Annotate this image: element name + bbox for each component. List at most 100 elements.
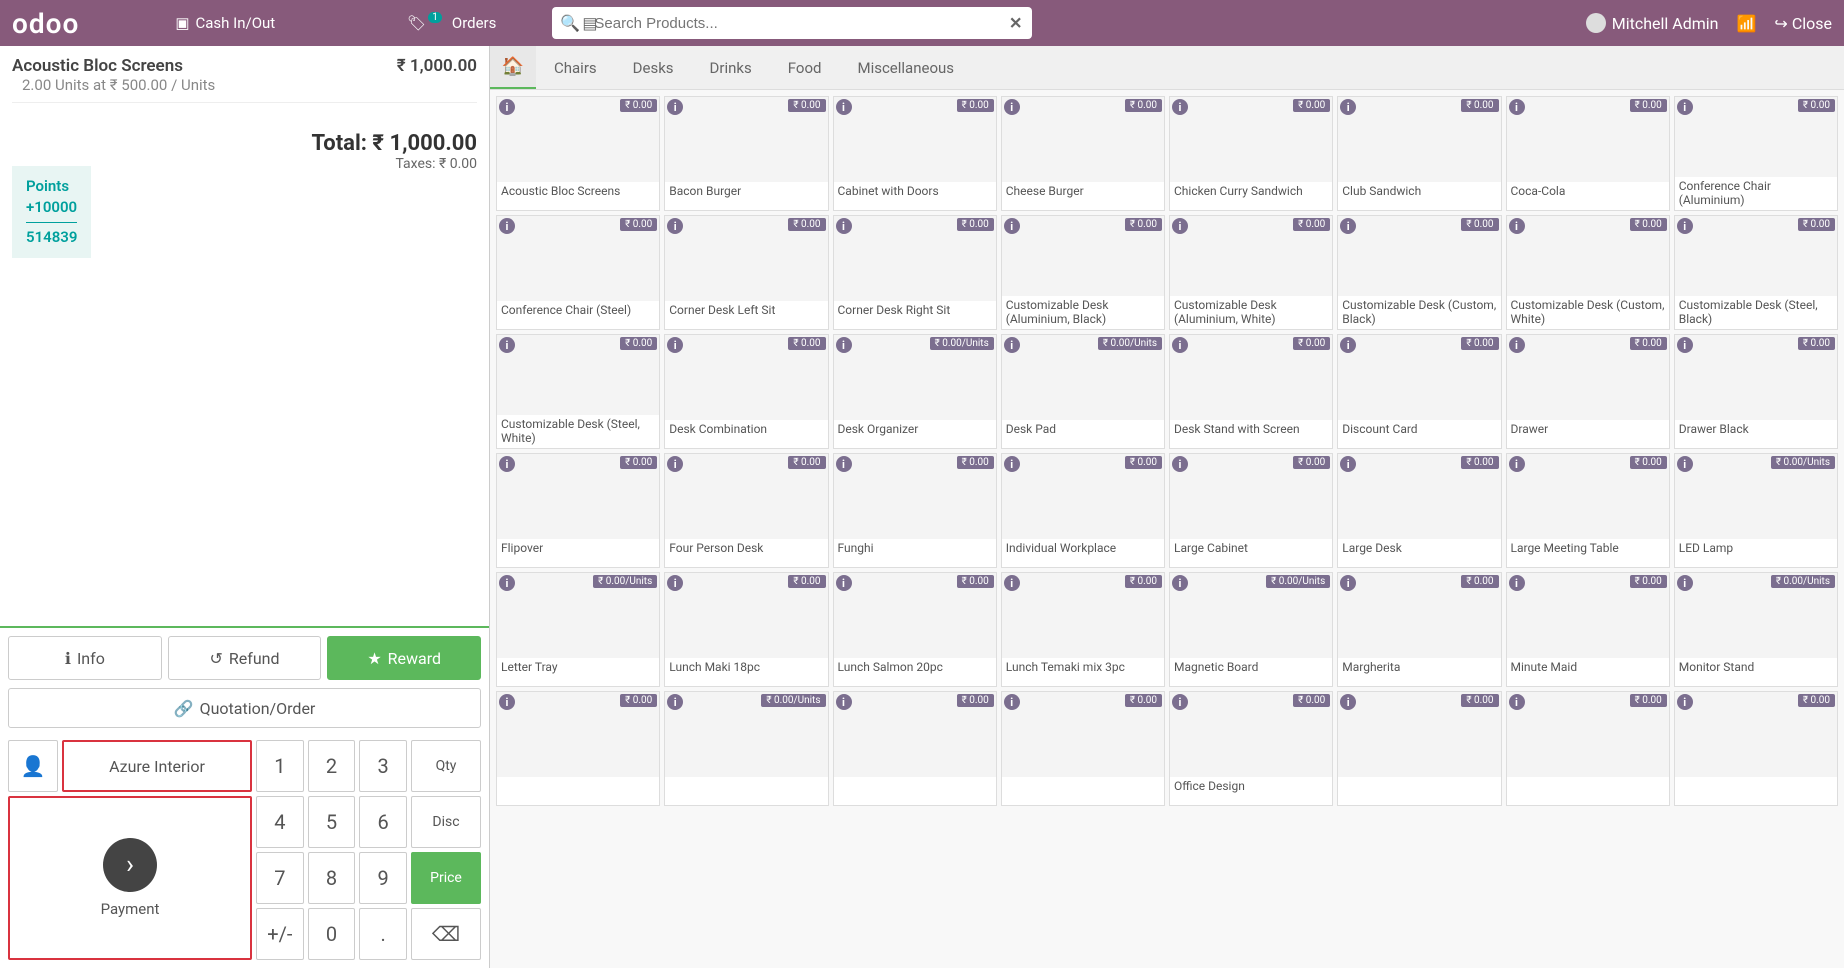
product-info-icon[interactable]: i bbox=[1004, 694, 1020, 710]
product-card[interactable]: i₹ 0.00/UnitsLetter Tray bbox=[496, 572, 660, 687]
product-card[interactable]: i₹ 0.00Customizable Desk (Custom, White) bbox=[1506, 215, 1670, 330]
search-input[interactable] bbox=[552, 7, 1032, 39]
cash-in-out-button[interactable]: ▣ Cash In/Out bbox=[159, 14, 291, 32]
user-menu[interactable]: Mitchell Admin bbox=[1586, 13, 1719, 33]
product-card[interactable]: i₹ 0.00Desk Combination bbox=[664, 334, 828, 449]
product-card[interactable]: i₹ 0.00Flipover bbox=[496, 453, 660, 568]
product-info-icon[interactable]: i bbox=[499, 575, 515, 591]
price-mode-button[interactable]: Price bbox=[411, 852, 481, 904]
product-info-icon[interactable]: i bbox=[1004, 575, 1020, 591]
category-tab-food[interactable]: Food bbox=[770, 46, 840, 89]
product-card[interactable]: i₹ 0.00Desk Stand with Screen bbox=[1169, 334, 1333, 449]
product-info-icon[interactable]: i bbox=[1004, 456, 1020, 472]
numpad-4[interactable]: 4 bbox=[256, 796, 304, 848]
product-info-icon[interactable]: i bbox=[836, 694, 852, 710]
product-card[interactable]: i₹ 0.00Large Meeting Table bbox=[1506, 453, 1670, 568]
product-info-icon[interactable]: i bbox=[1677, 575, 1693, 591]
product-card[interactable]: i₹ 0.00 bbox=[1674, 691, 1838, 806]
product-info-icon[interactable]: i bbox=[1509, 575, 1525, 591]
category-tab-desks[interactable]: Desks bbox=[615, 46, 692, 89]
product-info-icon[interactable]: i bbox=[1509, 218, 1525, 234]
numpad-5[interactable]: 5 bbox=[308, 796, 356, 848]
product-card[interactable]: i₹ 0.00Discount Card bbox=[1337, 334, 1501, 449]
product-info-icon[interactable]: i bbox=[1509, 337, 1525, 353]
product-info-icon[interactable]: i bbox=[1004, 218, 1020, 234]
payment-button[interactable]: › Payment bbox=[8, 796, 252, 960]
product-card[interactable]: i₹ 0.00Large Desk bbox=[1337, 453, 1501, 568]
product-card[interactable]: i₹ 0.00 bbox=[1506, 691, 1670, 806]
product-card[interactable]: i₹ 0.00Lunch Maki 18pc bbox=[664, 572, 828, 687]
product-card[interactable]: i₹ 0.00Cheese Burger bbox=[1001, 96, 1165, 211]
product-card[interactable]: i₹ 0.00/UnitsLED Lamp bbox=[1674, 453, 1838, 568]
product-card[interactable]: i₹ 0.00Minute Maid bbox=[1506, 572, 1670, 687]
product-info-icon[interactable]: i bbox=[836, 99, 852, 115]
product-info-icon[interactable]: i bbox=[1172, 99, 1188, 115]
product-info-icon[interactable]: i bbox=[1172, 218, 1188, 234]
numpad-backspace[interactable]: ⌫ bbox=[411, 908, 481, 960]
product-info-icon[interactable]: i bbox=[1509, 694, 1525, 710]
customer-button[interactable]: Azure Interior bbox=[62, 740, 252, 792]
product-card[interactable]: i₹ 0.00Drawer bbox=[1506, 334, 1670, 449]
product-info-icon[interactable]: i bbox=[1677, 99, 1693, 115]
product-info-icon[interactable]: i bbox=[836, 218, 852, 234]
qty-mode-button[interactable]: Qty bbox=[411, 740, 481, 792]
numpad-1[interactable]: 1 bbox=[256, 740, 304, 792]
product-card[interactable]: i₹ 0.00Cabinet with Doors bbox=[833, 96, 997, 211]
product-card[interactable]: i₹ 0.00Chicken Curry Sandwich bbox=[1169, 96, 1333, 211]
product-info-icon[interactable]: i bbox=[499, 99, 515, 115]
product-card[interactable]: i₹ 0.00/UnitsMagnetic Board bbox=[1169, 572, 1333, 687]
product-card[interactable]: i₹ 0.00Club Sandwich bbox=[1337, 96, 1501, 211]
close-button[interactable]: ↪ Close bbox=[1774, 14, 1832, 33]
product-info-icon[interactable]: i bbox=[1172, 694, 1188, 710]
product-info-icon[interactable]: i bbox=[499, 694, 515, 710]
product-card[interactable]: i₹ 0.00Office Design bbox=[1169, 691, 1333, 806]
product-card[interactable]: i₹ 0.00/UnitsDesk Organizer bbox=[833, 334, 997, 449]
product-info-icon[interactable]: i bbox=[1004, 99, 1020, 115]
product-card[interactable]: i₹ 0.00 bbox=[1337, 691, 1501, 806]
product-info-icon[interactable]: i bbox=[1677, 694, 1693, 710]
product-info-icon[interactable]: i bbox=[1677, 218, 1693, 234]
numpad-9[interactable]: 9 bbox=[359, 852, 407, 904]
product-card[interactable]: i₹ 0.00 bbox=[1001, 691, 1165, 806]
product-info-icon[interactable]: i bbox=[1677, 456, 1693, 472]
search-clear-button[interactable]: ✕ bbox=[1009, 14, 1022, 33]
product-info-icon[interactable]: i bbox=[1172, 575, 1188, 591]
product-card[interactable]: i₹ 0.00Corner Desk Left Sit bbox=[664, 215, 828, 330]
product-info-icon[interactable]: i bbox=[836, 337, 852, 353]
home-category-button[interactable]: 🏠 bbox=[490, 46, 536, 89]
product-card[interactable]: i₹ 0.00Lunch Temaki mix 3pc bbox=[1001, 572, 1165, 687]
refund-button[interactable]: ↺Refund bbox=[168, 636, 322, 680]
product-card[interactable]: i₹ 0.00Bacon Burger bbox=[664, 96, 828, 211]
product-card[interactable]: i₹ 0.00Customizable Desk (Steel, Black) bbox=[1674, 215, 1838, 330]
product-card[interactable]: i₹ 0.00Customizable Desk (Aluminium, Whi… bbox=[1169, 215, 1333, 330]
product-card[interactable]: i₹ 0.00Lunch Salmon 20pc bbox=[833, 572, 997, 687]
orders-button[interactable]: 🏷 1 Orders bbox=[391, 14, 512, 32]
product-card[interactable]: i₹ 0.00Large Cabinet bbox=[1169, 453, 1333, 568]
disc-mode-button[interactable]: Disc bbox=[411, 796, 481, 848]
product-card[interactable]: i₹ 0.00Funghi bbox=[833, 453, 997, 568]
customer-icon-button[interactable]: 👤 bbox=[8, 740, 58, 792]
product-info-icon[interactable]: i bbox=[1677, 337, 1693, 353]
product-info-icon[interactable]: i bbox=[1509, 456, 1525, 472]
reward-button[interactable]: ★Reward bbox=[327, 636, 481, 680]
product-card[interactable]: i₹ 0.00Customizable Desk (Steel, White) bbox=[496, 334, 660, 449]
product-info-icon[interactable]: i bbox=[836, 456, 852, 472]
product-card[interactable]: i₹ 0.00 bbox=[833, 691, 997, 806]
product-info-icon[interactable]: i bbox=[499, 456, 515, 472]
product-card[interactable]: i₹ 0.00Acoustic Bloc Screens bbox=[496, 96, 660, 211]
product-card[interactable]: i₹ 0.00Customizable Desk (Aluminium, Bla… bbox=[1001, 215, 1165, 330]
numpad-dot[interactable]: . bbox=[359, 908, 407, 960]
category-tab-drinks[interactable]: Drinks bbox=[692, 46, 770, 89]
product-card[interactable]: i₹ 0.00Margherita bbox=[1337, 572, 1501, 687]
product-info-icon[interactable]: i bbox=[1509, 99, 1525, 115]
product-card[interactable]: i₹ 0.00Customizable Desk (Custom, Black) bbox=[1337, 215, 1501, 330]
product-info-icon[interactable]: i bbox=[499, 218, 515, 234]
numpad-3[interactable]: 3 bbox=[359, 740, 407, 792]
numpad-7[interactable]: 7 bbox=[256, 852, 304, 904]
product-card[interactable]: i₹ 0.00Individual Workplace bbox=[1001, 453, 1165, 568]
numpad-6[interactable]: 6 bbox=[359, 796, 407, 848]
product-card[interactable]: i₹ 0.00Four Person Desk bbox=[664, 453, 828, 568]
product-card[interactable]: i₹ 0.00Coca-Cola bbox=[1506, 96, 1670, 211]
product-card[interactable]: i₹ 0.00/UnitsDesk Pad bbox=[1001, 334, 1165, 449]
product-card[interactable]: i₹ 0.00 bbox=[496, 691, 660, 806]
